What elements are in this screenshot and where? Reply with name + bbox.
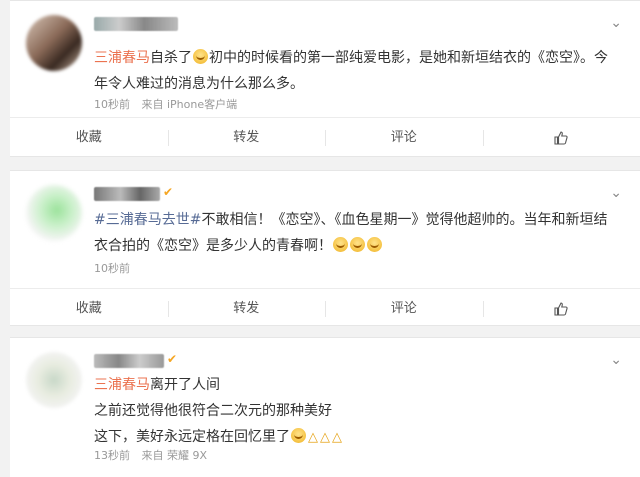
post-text: #三浦春马去世#不敢相信！《恋空》、《血色星期一》觉得他超帅的。当年和新垣结衣合… [94, 207, 610, 259]
crying-face-emoji [367, 237, 382, 252]
crying-face-emoji [193, 49, 208, 64]
like-button[interactable] [482, 289, 640, 329]
post-time[interactable]: 10秒前 [94, 98, 130, 111]
post-line-1: 三浦春马离开了人间 [94, 372, 610, 398]
avatar[interactable] [26, 352, 82, 408]
thumbs-up-icon [554, 130, 568, 145]
post-meta: 13秒前 来自 荣耀 9X [94, 447, 215, 463]
mention-link[interactable]: 三浦春马 [94, 377, 150, 393]
favorite-button[interactable]: 收藏 [10, 289, 168, 329]
praying-hands-emoji: △ [332, 430, 342, 445]
post-line-3-text: 这下，美好永远定格在回忆里了 [94, 429, 290, 445]
post-time[interactable]: 13秒前 [94, 449, 130, 462]
post-line-1-text: 离开了人间 [150, 377, 220, 393]
username-blurred[interactable] [94, 354, 164, 368]
like-button[interactable] [482, 118, 640, 158]
avatar[interactable] [26, 15, 82, 71]
crying-face-emoji [350, 237, 365, 252]
chevron-down-icon[interactable]: ⌄ [610, 352, 622, 368]
action-bar: 收藏 转发 评论 [10, 117, 640, 158]
favorite-button[interactable]: 收藏 [10, 118, 168, 158]
username-blurred[interactable] [94, 17, 178, 31]
crying-face-emoji [291, 428, 306, 443]
thumbs-up-icon [554, 301, 568, 316]
action-bar: 收藏 转发 评论 [10, 288, 640, 329]
post-meta: 10秒前 [94, 260, 138, 276]
weibo-post-3: ✔ ⌄ 三浦春马离开了人间 之前还觉得他很符合二次元的那种美好 这下，美好永远定… [10, 337, 640, 477]
post-text: 三浦春马离开了人间 之前还觉得他很符合二次元的那种美好 这下，美好永远定格在回忆… [94, 372, 610, 451]
praying-hands-emoji: △ [320, 430, 330, 445]
post-line-2: 之前还觉得他很符合二次元的那种美好 [94, 403, 332, 419]
username-blurred[interactable] [94, 187, 160, 201]
verified-badge-icon: ✔ [167, 352, 178, 366]
chevron-down-icon[interactable]: ⌄ [610, 15, 622, 31]
post-source: 来自 iPhone客户端 [141, 98, 238, 111]
post-source: 来自 荣耀 9X [141, 449, 208, 462]
verified-badge-icon: ✔ [163, 185, 174, 199]
repost-button[interactable]: 转发 [167, 118, 326, 158]
comment-button[interactable]: 评论 [325, 289, 483, 329]
weibo-post-1: ⌄ 三浦春马自杀了 初中的时候看的第一部纯爱电影，是她和新垣结衣的《恋空》。今年令… [10, 0, 640, 157]
hashtag-link[interactable]: #三浦春马去世# [94, 212, 201, 228]
avatar[interactable] [26, 185, 82, 241]
post-meta: 10秒前 来自 iPhone客户端 [94, 96, 245, 112]
post-text: 三浦春马自杀了 初中的时候看的第一部纯爱电影，是她和新垣结衣的《恋空》。今年令人难… [94, 45, 610, 97]
praying-hands-emoji: △ [308, 430, 318, 445]
repost-button[interactable]: 转发 [167, 289, 326, 329]
chevron-down-icon[interactable]: ⌄ [610, 185, 622, 201]
mention-link[interactable]: 三浦春马 [94, 50, 150, 66]
post-text-main: 自杀了 [150, 50, 192, 66]
comment-button[interactable]: 评论 [325, 118, 483, 158]
post-time[interactable]: 10秒前 [94, 262, 130, 275]
weibo-post-2: ✔ ⌄ #三浦春马去世#不敢相信！《恋空》、《血色星期一》觉得他超帅的。当年和新… [10, 170, 640, 326]
crying-face-emoji [333, 237, 348, 252]
